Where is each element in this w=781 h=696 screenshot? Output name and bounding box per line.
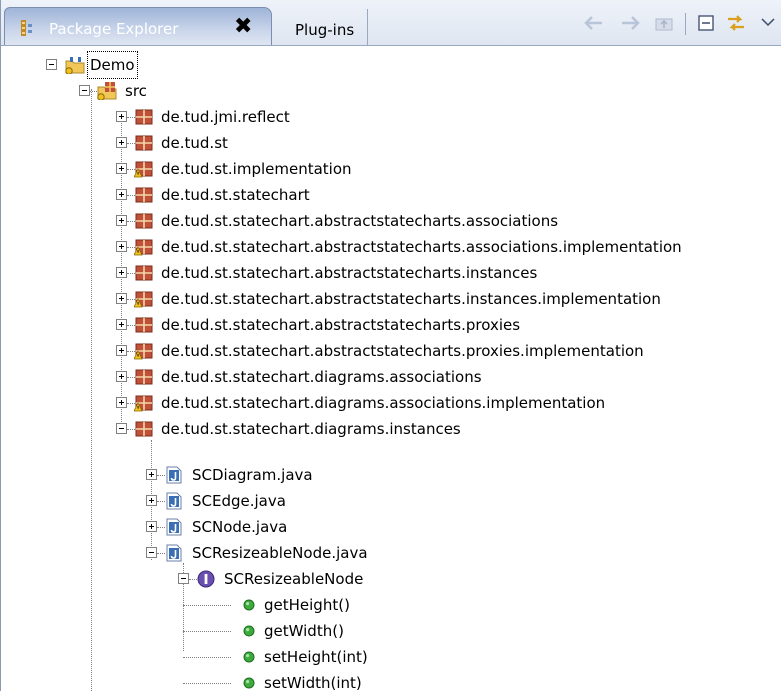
package-icon [135, 265, 153, 281]
expand-toggle[interactable] [116, 215, 127, 226]
tab-label: Package Explorer [49, 20, 179, 38]
tree-label: de.tud.jmi.reflect [161, 108, 290, 126]
tree-branch-line [183, 657, 231, 658]
package-warning-icon [134, 291, 153, 308]
tree-branch-line [183, 605, 231, 606]
tree-label: de.tud.st.statechart [161, 186, 310, 204]
tree-label: Demo [87, 51, 138, 79]
tree-label: de.tud.st.statechart.abstractstatecharts… [161, 342, 644, 360]
tree-label: setWidth(int) [264, 674, 362, 692]
public-method-icon [243, 651, 255, 663]
expand-toggle[interactable] [116, 163, 127, 174]
tree-label: de.tud.st.statechart.abstractstatecharts… [161, 212, 559, 230]
package-icon [135, 421, 153, 437]
interface-icon [197, 570, 215, 588]
close-icon[interactable]: ✖ [234, 14, 252, 40]
tree-label: de.tud.st.statechart.diagrams.associatio… [161, 394, 606, 412]
public-method-icon [243, 625, 255, 637]
tree-label: de.tud.st.statechart.diagrams.instances [161, 420, 461, 438]
tree-label: setHeight(int) [264, 648, 368, 666]
forward-arrow-icon[interactable] [617, 10, 643, 36]
tree-branch-line [183, 631, 231, 632]
toolbar-separator [685, 13, 686, 35]
tree-branch-line [183, 683, 231, 684]
tree-label: getHeight() [264, 596, 350, 614]
tree-label: de.tud.st.statechart.abstractstatecharts… [161, 238, 682, 256]
package-warning-icon [134, 395, 153, 412]
public-method-icon [243, 677, 255, 689]
expand-toggle[interactable] [146, 469, 157, 480]
package-warning-icon [134, 239, 153, 256]
public-method-icon [243, 599, 255, 611]
tree-label: SCResizeableNode.java [192, 544, 368, 562]
tree-label: src [125, 82, 147, 100]
package-icon [135, 213, 153, 229]
java-file-icon [166, 492, 182, 510]
collapse-all-icon[interactable] [693, 10, 719, 36]
package-warning-icon [134, 161, 153, 178]
view-toolbar [581, 10, 781, 36]
tree-label: SCResizeableNode [224, 570, 364, 588]
collapse-toggle[interactable] [116, 423, 127, 434]
tree-label: SCDiagram.java [192, 466, 313, 484]
tree-label: de.tud.st.statechart.abstractstatecharts… [161, 290, 661, 308]
expand-toggle[interactable] [116, 241, 127, 252]
view-menu-icon[interactable] [755, 10, 781, 36]
view-tab-bar: Package Explorer ✖ Plug-ins [1, 0, 781, 46]
expand-toggle[interactable] [146, 521, 157, 532]
tree-label: de.tud.st [161, 134, 228, 152]
tree-label: de.tud.st.statechart.diagrams.associatio… [161, 368, 482, 386]
tree-label: de.tud.st.implementation [161, 160, 352, 178]
package-explorer-icon [21, 20, 32, 36]
up-folder-icon[interactable] [651, 10, 677, 36]
tree-label: de.tud.st.statechart.abstractstatecharts… [161, 264, 538, 282]
java-project-icon [65, 57, 85, 74]
expand-toggle[interactable] [116, 111, 127, 122]
expand-toggle[interactable] [116, 345, 127, 356]
package-icon [135, 135, 153, 151]
package-icon [135, 187, 153, 203]
expand-toggle[interactable] [116, 267, 127, 278]
link-with-editor-icon[interactable] [723, 10, 749, 36]
tree-label: SCNode.java [192, 518, 288, 536]
expand-toggle[interactable] [116, 293, 127, 304]
source-folder-icon [97, 82, 117, 100]
tab-package-explorer[interactable]: Package Explorer ✖ [4, 7, 272, 45]
package-explorer-view: Package Explorer ✖ Plug-ins Demo src de.… [0, 0, 781, 692]
package-icon [135, 317, 153, 333]
tree-guide-line [91, 89, 92, 691]
tree-label: de.tud.st.statechart.abstractstatecharts… [161, 316, 521, 334]
package-tree: Demo src de.tud.jmi.reflect de.tud.st de.t… [1, 45, 781, 692]
collapse-toggle[interactable] [79, 85, 90, 96]
expand-toggle[interactable] [146, 495, 157, 506]
java-file-icon [166, 466, 182, 484]
collapse-toggle[interactable] [46, 59, 57, 70]
java-file-icon [166, 544, 182, 562]
expand-toggle[interactable] [116, 319, 127, 330]
expand-toggle[interactable] [116, 189, 127, 200]
package-icon [135, 109, 153, 125]
tab-plug-ins[interactable]: Plug-ins [273, 9, 368, 45]
collapse-toggle[interactable] [178, 573, 189, 584]
tree-label: SCEdge.java [192, 492, 286, 510]
expand-toggle[interactable] [116, 371, 127, 382]
tab-label: Plug-ins [295, 21, 355, 39]
package-icon [135, 369, 153, 385]
collapse-toggle[interactable] [146, 547, 157, 558]
back-arrow-icon[interactable] [581, 10, 607, 36]
tree-label: getWidth() [264, 622, 344, 640]
expand-toggle[interactable] [116, 137, 127, 148]
package-warning-icon [134, 343, 153, 360]
java-file-icon [166, 518, 182, 536]
expand-toggle[interactable] [116, 397, 127, 408]
